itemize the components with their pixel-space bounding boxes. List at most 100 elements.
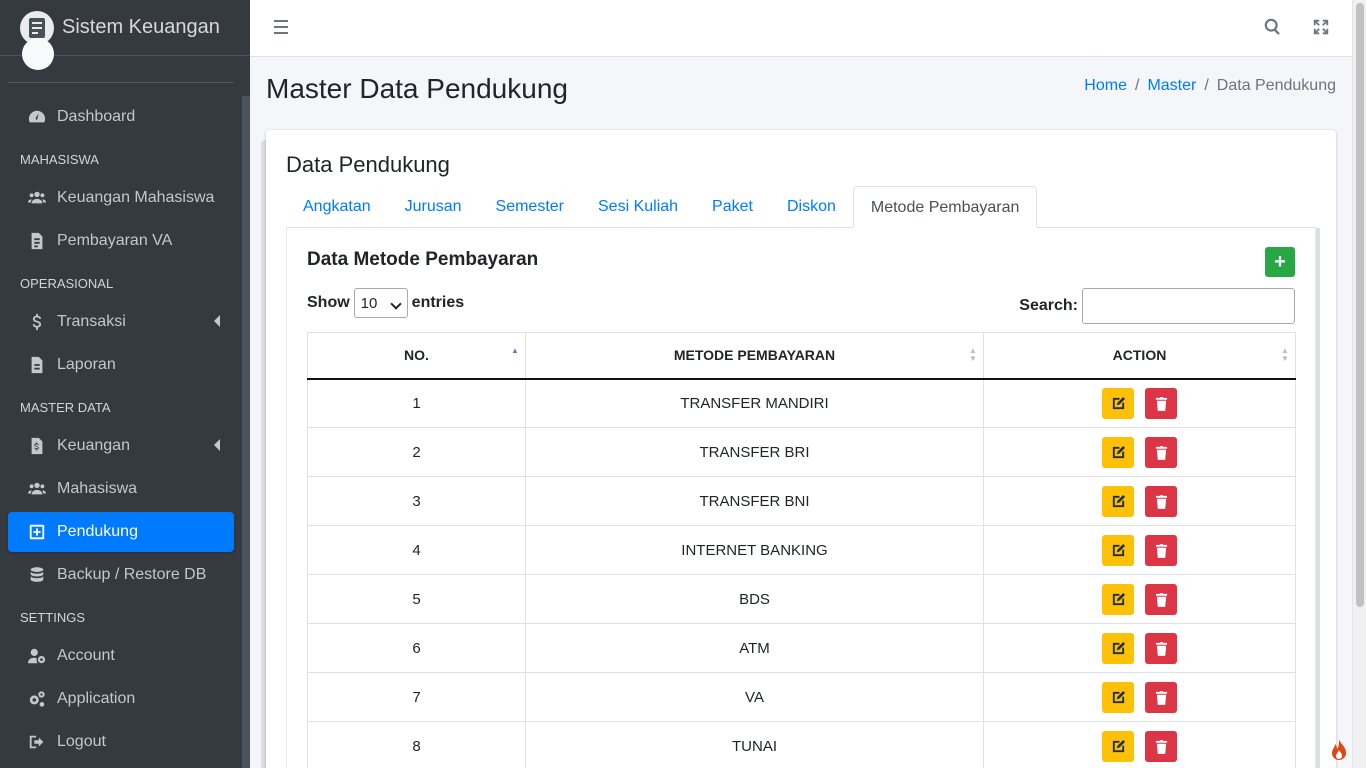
cell-metode: INTERNET BANKING	[525, 525, 984, 575]
table-row: 8 TUNAI	[307, 721, 1296, 768]
top-navbar	[250, 0, 1352, 57]
sort-icon: ▲ ▼	[969, 346, 977, 363]
cell-action	[983, 672, 1296, 722]
trash-icon	[1155, 690, 1168, 705]
column-header-action[interactable]: ACTION ▲ ▼	[983, 332, 1296, 380]
sidebar-menu: Dashboard MAHASISWA Keuangan Mahasiswa Pemb…	[0, 38, 242, 768]
delete-button[interactable]	[1145, 485, 1177, 517]
cell-metode: TRANSFER BNI	[525, 476, 984, 526]
page-scrollbar-thumb[interactable]	[1356, 3, 1364, 607]
column-header-label: NO.	[404, 347, 429, 364]
sidebar-item-label: Mahasiswa	[57, 480, 138, 497]
tab-diskon[interactable]: Diskon	[770, 186, 853, 228]
sidebar-item-mahasiswa[interactable]: Mahasiswa	[8, 469, 234, 509]
page-scrollbar[interactable]	[1352, 0, 1366, 768]
cell-metode: BDS	[525, 574, 984, 624]
cell-no: 1	[307, 378, 526, 428]
sidebar-scrollbar[interactable]	[242, 96, 250, 768]
delete-button[interactable]	[1145, 387, 1177, 419]
delete-button[interactable]	[1145, 534, 1177, 566]
breadcrumb-master[interactable]: Master	[1147, 77, 1196, 95]
edit-button[interactable]	[1102, 534, 1134, 566]
sidebar-item-label: Transaksi	[57, 313, 126, 330]
database-icon	[26, 566, 48, 584]
file-invoice-icon	[26, 232, 48, 250]
avatar[interactable]	[22, 38, 54, 70]
edit-icon	[1111, 739, 1126, 754]
delete-button[interactable]	[1145, 730, 1177, 762]
sidebar-item-pembayaran-va[interactable]: Pembayaran VA	[8, 221, 234, 261]
fire-icon[interactable]	[1328, 738, 1350, 762]
edit-icon	[1111, 494, 1126, 509]
tab-angkatan[interactable]: Angkatan	[286, 186, 388, 228]
sidebar-item-label: Pembayaran VA	[57, 232, 173, 249]
cell-no: 8	[307, 721, 526, 768]
sidebar-item-dashboard[interactable]: Dashboard	[8, 97, 234, 137]
delete-button[interactable]	[1145, 681, 1177, 713]
edit-button[interactable]	[1102, 485, 1134, 517]
sidebar-header-settings: SETTINGS	[20, 610, 86, 625]
entries-select-value: 10	[360, 294, 378, 312]
sidebar-item-keuangan-mahasiswa[interactable]: Keuangan Mahasiswa	[8, 178, 234, 218]
cell-no: 2	[307, 427, 526, 477]
column-header-metode[interactable]: METODE PEMBAYARAN ▲ ▼	[525, 332, 984, 380]
column-header-no[interactable]: NO. ▲	[307, 332, 526, 380]
delete-button[interactable]	[1145, 632, 1177, 664]
tab-jurusan[interactable]: Jurusan	[388, 186, 479, 228]
sidebar-item-transaksi[interactable]: Transaksi	[8, 302, 234, 342]
entries-select[interactable]: 10	[353, 288, 408, 318]
edit-icon	[1111, 543, 1126, 558]
cell-metode: TUNAI	[525, 721, 984, 768]
table-row: 1 TRANSFER MANDIRI	[307, 378, 1296, 428]
cell-metode: TRANSFER MANDIRI	[525, 378, 984, 428]
entries-label: entries	[411, 294, 465, 311]
sidebar-item-keuangan[interactable]: Keuangan	[8, 426, 234, 466]
dashboard-icon	[26, 108, 48, 126]
sidebar-item-laporan[interactable]: Laporan	[8, 345, 234, 385]
tab-metode-pembayaran[interactable]: Metode Pembayaran	[852, 186, 1038, 228]
sidebar-item-label: Pendukung	[57, 523, 138, 540]
edit-button[interactable]	[1102, 583, 1134, 615]
sidebar-item-logout[interactable]: Logout	[8, 722, 234, 762]
trash-icon	[1155, 641, 1168, 656]
cogs-icon	[26, 690, 48, 708]
table-row: 2 TRANSFER BRI	[307, 427, 1296, 477]
sidebar-item-backup-restore-db[interactable]: Backup / Restore DB	[8, 555, 234, 595]
tab-sesi-kuliah[interactable]: Sesi Kuliah	[581, 186, 695, 228]
sign-out-icon	[26, 733, 48, 751]
dollar-icon	[26, 313, 48, 331]
sidebar-item-account[interactable]: Account	[8, 636, 234, 676]
edit-button[interactable]	[1102, 632, 1134, 664]
table-row: 3 TRANSFER BNI	[307, 476, 1296, 526]
cell-action	[983, 623, 1296, 673]
table-row: 4 INTERNET BANKING	[307, 525, 1296, 575]
sort-asc-icon: ▲	[511, 346, 519, 355]
edit-button[interactable]	[1102, 730, 1134, 762]
sidebar-item-label: Laporan	[57, 356, 116, 373]
tab-bar: Angkatan Jurusan Semester Sesi Kuliah Paket D…	[286, 186, 1316, 228]
tab-semester[interactable]: Semester	[479, 186, 581, 228]
sidebar-item-application[interactable]: Application	[8, 679, 234, 719]
edit-button[interactable]	[1102, 387, 1134, 419]
breadcrumb-home[interactable]: Home	[1084, 77, 1127, 95]
sort-icon: ▲ ▼	[1281, 346, 1289, 363]
tab-paket[interactable]: Paket	[695, 186, 770, 228]
search-input[interactable]	[1082, 288, 1295, 324]
add-button[interactable]: +	[1265, 247, 1295, 277]
delete-button[interactable]	[1145, 583, 1177, 615]
fullscreen-icon[interactable]	[1312, 18, 1332, 38]
card-title: Data Pendukung	[286, 152, 450, 177]
edit-button[interactable]	[1102, 436, 1134, 468]
cell-action	[983, 378, 1296, 428]
edit-button[interactable]	[1102, 681, 1134, 713]
menu-toggle-icon[interactable]	[274, 20, 288, 38]
table-header-row: NO. ▲ METODE PEMBAYARAN ▲ ▼ ACTION ▲ ▼	[307, 332, 1296, 380]
cell-no: 3	[307, 476, 526, 526]
column-header-label: ACTION	[1112, 347, 1167, 364]
search-icon[interactable]	[1264, 18, 1284, 38]
cell-action	[983, 476, 1296, 526]
sidebar-header-operasional: OPERASIONAL	[20, 276, 114, 291]
data-pendukung-card: Data Pendukung Angkatan Jurusan Semester Se…	[266, 130, 1336, 768]
delete-button[interactable]	[1145, 436, 1177, 468]
sidebar-item-pendukung[interactable]: Pendukung	[8, 512, 234, 552]
